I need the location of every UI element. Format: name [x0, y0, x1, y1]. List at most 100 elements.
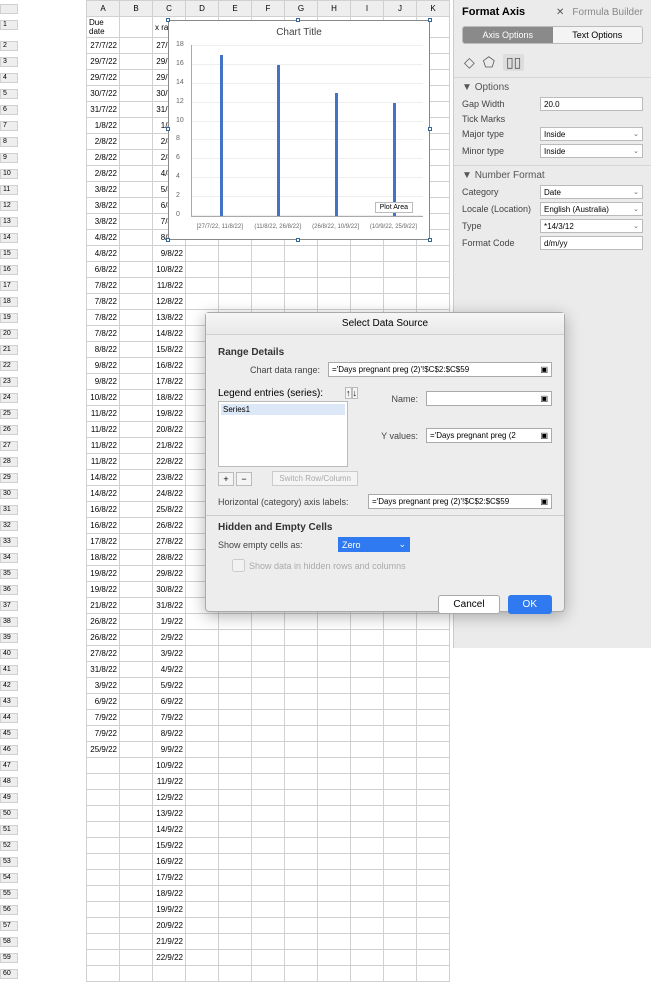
cell[interactable]: 15/9/22	[153, 838, 186, 854]
cell[interactable]	[87, 966, 120, 982]
cell[interactable]: 16/8/22	[87, 518, 120, 534]
cell[interactable]	[318, 934, 351, 950]
cell[interactable]: 29/7/22	[87, 70, 120, 86]
cell[interactable]	[186, 934, 219, 950]
y-values-input[interactable]: ='Days pregnant preg (2▣	[426, 428, 552, 443]
cell[interactable]: 16/8/22	[153, 358, 186, 374]
cell[interactable]	[285, 278, 318, 294]
cell[interactable]	[252, 710, 285, 726]
cell[interactable]	[87, 918, 120, 934]
cell[interactable]: 25/8/22	[153, 502, 186, 518]
cell[interactable]: 21/8/22	[87, 598, 120, 614]
cell[interactable]	[318, 694, 351, 710]
cell[interactable]	[285, 710, 318, 726]
cell[interactable]	[285, 742, 318, 758]
cell[interactable]: 9/8/22	[87, 358, 120, 374]
cell[interactable]	[285, 966, 318, 982]
cell[interactable]	[417, 710, 450, 726]
cell[interactable]	[120, 294, 153, 310]
cell[interactable]: 19/8/22	[153, 406, 186, 422]
cell[interactable]: 28/8/22	[153, 550, 186, 566]
cell[interactable]	[384, 726, 417, 742]
cell[interactable]	[417, 262, 450, 278]
cell[interactable]: 27/7/22	[87, 38, 120, 54]
cell[interactable]: 11/9/22	[153, 774, 186, 790]
cell[interactable]	[318, 630, 351, 646]
cell[interactable]	[120, 550, 153, 566]
cell[interactable]	[384, 662, 417, 678]
cell[interactable]	[318, 678, 351, 694]
cell[interactable]	[120, 870, 153, 886]
cell[interactable]	[285, 662, 318, 678]
cell[interactable]	[120, 358, 153, 374]
cell[interactable]: 20/9/22	[153, 918, 186, 934]
cell[interactable]	[120, 438, 153, 454]
cell[interactable]	[120, 486, 153, 502]
cell[interactable]	[318, 726, 351, 742]
cell[interactable]	[252, 790, 285, 806]
cell[interactable]: 14/8/22	[153, 326, 186, 342]
row-header[interactable]: 39	[0, 633, 18, 643]
bar-options-icon[interactable]: ▯▯	[503, 54, 524, 71]
cell[interactable]	[285, 870, 318, 886]
cell[interactable]	[285, 630, 318, 646]
cell[interactable]	[186, 726, 219, 742]
cell[interactable]: 7/9/22	[87, 710, 120, 726]
cell[interactable]	[384, 950, 417, 966]
row-header[interactable]: 47	[0, 761, 18, 771]
cell[interactable]	[219, 246, 252, 262]
cell[interactable]: 14/8/22	[87, 486, 120, 502]
cell[interactable]	[285, 822, 318, 838]
cell[interactable]	[120, 694, 153, 710]
row-header[interactable]: 43	[0, 697, 18, 707]
cell[interactable]: 20/8/22	[153, 422, 186, 438]
cell[interactable]: 31/7/22	[87, 102, 120, 118]
row-header[interactable]: 42	[0, 681, 18, 691]
cell[interactable]	[351, 742, 384, 758]
row-header[interactable]: 41	[0, 665, 18, 675]
row-header[interactable]: 5	[0, 89, 18, 99]
cell[interactable]	[417, 950, 450, 966]
cell[interactable]	[318, 806, 351, 822]
cell[interactable]: 19/9/22	[153, 902, 186, 918]
cell[interactable]	[318, 854, 351, 870]
cell[interactable]	[318, 886, 351, 902]
row-header[interactable]: 33	[0, 537, 18, 547]
range-picker-icon[interactable]: ▣	[540, 365, 548, 374]
cell[interactable]	[318, 246, 351, 262]
cell[interactable]: 12/8/22	[153, 294, 186, 310]
minor-type-select[interactable]: Inside⌄	[540, 144, 643, 158]
cell[interactable]	[384, 710, 417, 726]
cell[interactable]	[417, 726, 450, 742]
cell[interactable]	[252, 838, 285, 854]
cell[interactable]	[219, 630, 252, 646]
cell[interactable]	[318, 742, 351, 758]
cell[interactable]: 18/8/22	[153, 390, 186, 406]
cell[interactable]	[120, 102, 153, 118]
cell[interactable]: 18/9/22	[153, 886, 186, 902]
cell[interactable]	[120, 118, 153, 134]
cell[interactable]	[351, 758, 384, 774]
cell[interactable]	[285, 246, 318, 262]
cell[interactable]	[252, 694, 285, 710]
cell[interactable]	[384, 838, 417, 854]
cell[interactable]	[120, 134, 153, 150]
cell[interactable]	[252, 902, 285, 918]
cell[interactable]	[120, 774, 153, 790]
cell[interactable]	[318, 822, 351, 838]
cell[interactable]: 8/8/22	[87, 342, 120, 358]
row-header[interactable]: 20	[0, 329, 18, 339]
cell[interactable]	[417, 902, 450, 918]
close-icon[interactable]: ✕	[556, 7, 564, 18]
cell[interactable]	[351, 870, 384, 886]
cell[interactable]: 11/8/22	[87, 422, 120, 438]
row-header[interactable]: 23	[0, 377, 18, 387]
cell[interactable]	[285, 678, 318, 694]
row-header[interactable]: 35	[0, 569, 18, 579]
cell[interactable]	[285, 886, 318, 902]
row-header[interactable]: 54	[0, 873, 18, 883]
cell[interactable]	[351, 774, 384, 790]
cell[interactable]	[252, 726, 285, 742]
cell[interactable]	[120, 918, 153, 934]
series-list[interactable]: Series1	[218, 401, 348, 467]
